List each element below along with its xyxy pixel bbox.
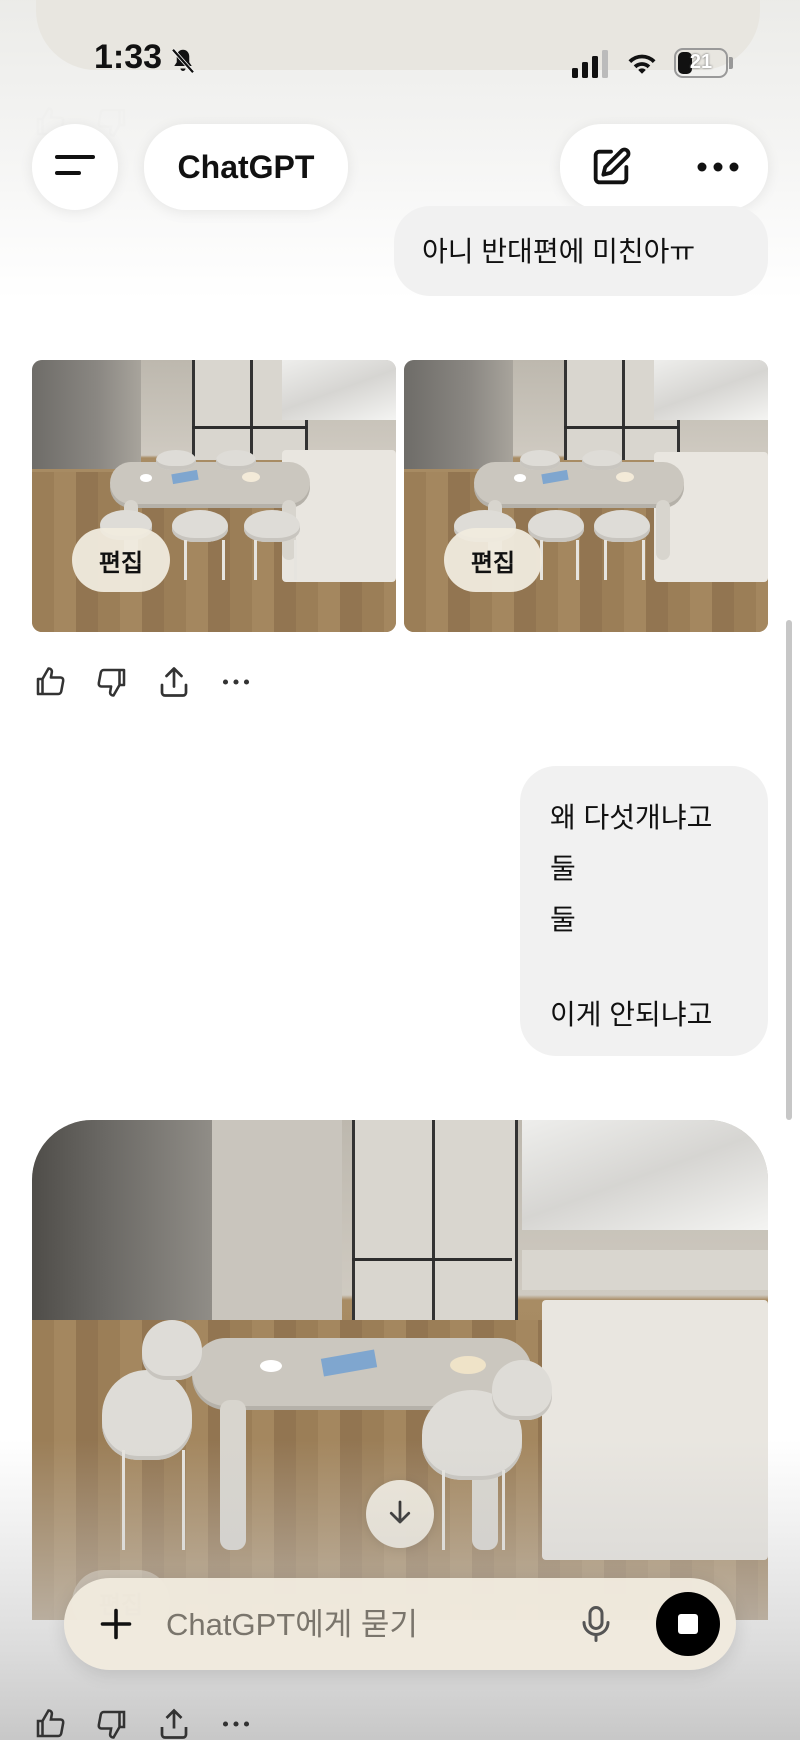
battery-icon: 21: [674, 48, 728, 78]
bell-slash-icon: [168, 46, 200, 78]
thumbs-up-icon[interactable]: [32, 664, 68, 700]
edit-label: 편집: [470, 549, 516, 577]
ellipsis-icon[interactable]: [218, 664, 254, 700]
user-message-text: 아니 반대편에 미친아ㅠ: [422, 236, 696, 267]
scrollbar[interactable]: [786, 620, 792, 1120]
stop-button[interactable]: [656, 1592, 720, 1656]
more-icon[interactable]: [696, 160, 740, 178]
response-actions: [32, 664, 272, 704]
microphone-icon[interactable]: [578, 1604, 614, 1649]
ellipsis-icon[interactable]: [218, 1706, 254, 1740]
generated-image-2[interactable]: 편집: [404, 360, 768, 632]
wifi-icon: [624, 46, 660, 81]
user-message-line: 둘: [550, 904, 576, 935]
user-message-line: [550, 945, 738, 989]
edit-image-button[interactable]: 편집: [72, 528, 170, 592]
composer: [64, 1578, 736, 1670]
stop-icon: [678, 1614, 698, 1634]
menu-button[interactable]: [32, 124, 118, 210]
user-message-line: 왜 다섯개냐고: [550, 802, 713, 833]
page-title: ChatGPT: [177, 148, 315, 185]
plus-icon[interactable]: [98, 1606, 134, 1647]
battery-cap: [729, 57, 733, 69]
share-icon[interactable]: [156, 664, 192, 700]
menu-icon: [55, 151, 95, 184]
signal-icon: [572, 50, 612, 83]
user-message: 아니 반대편에 미친아ㅠ: [394, 206, 768, 296]
edit-image-button[interactable]: 편집: [444, 528, 542, 592]
user-message-line: 이게 안되냐고: [550, 999, 713, 1030]
edit-label: 편집: [98, 549, 144, 577]
user-message-line: 둘: [550, 853, 576, 884]
generated-image-1[interactable]: 편집: [32, 360, 396, 632]
model-title-button[interactable]: ChatGPT: [144, 124, 348, 210]
compose-icon[interactable]: [588, 144, 634, 195]
message-input[interactable]: [164, 1600, 528, 1650]
thumbs-down-icon[interactable]: [94, 1706, 130, 1740]
thumbs-down-icon[interactable]: [94, 664, 130, 700]
share-icon[interactable]: [156, 1706, 192, 1740]
header-actions: [560, 124, 768, 210]
user-message: 왜 다섯개냐고 둘 둘 이게 안되냐고: [520, 766, 768, 1056]
battery-level: 21: [689, 51, 713, 73]
status-time: 1:33: [94, 38, 163, 76]
thumbs-up-icon[interactable]: [32, 1706, 68, 1740]
lower-feedback-row: [32, 1706, 272, 1740]
